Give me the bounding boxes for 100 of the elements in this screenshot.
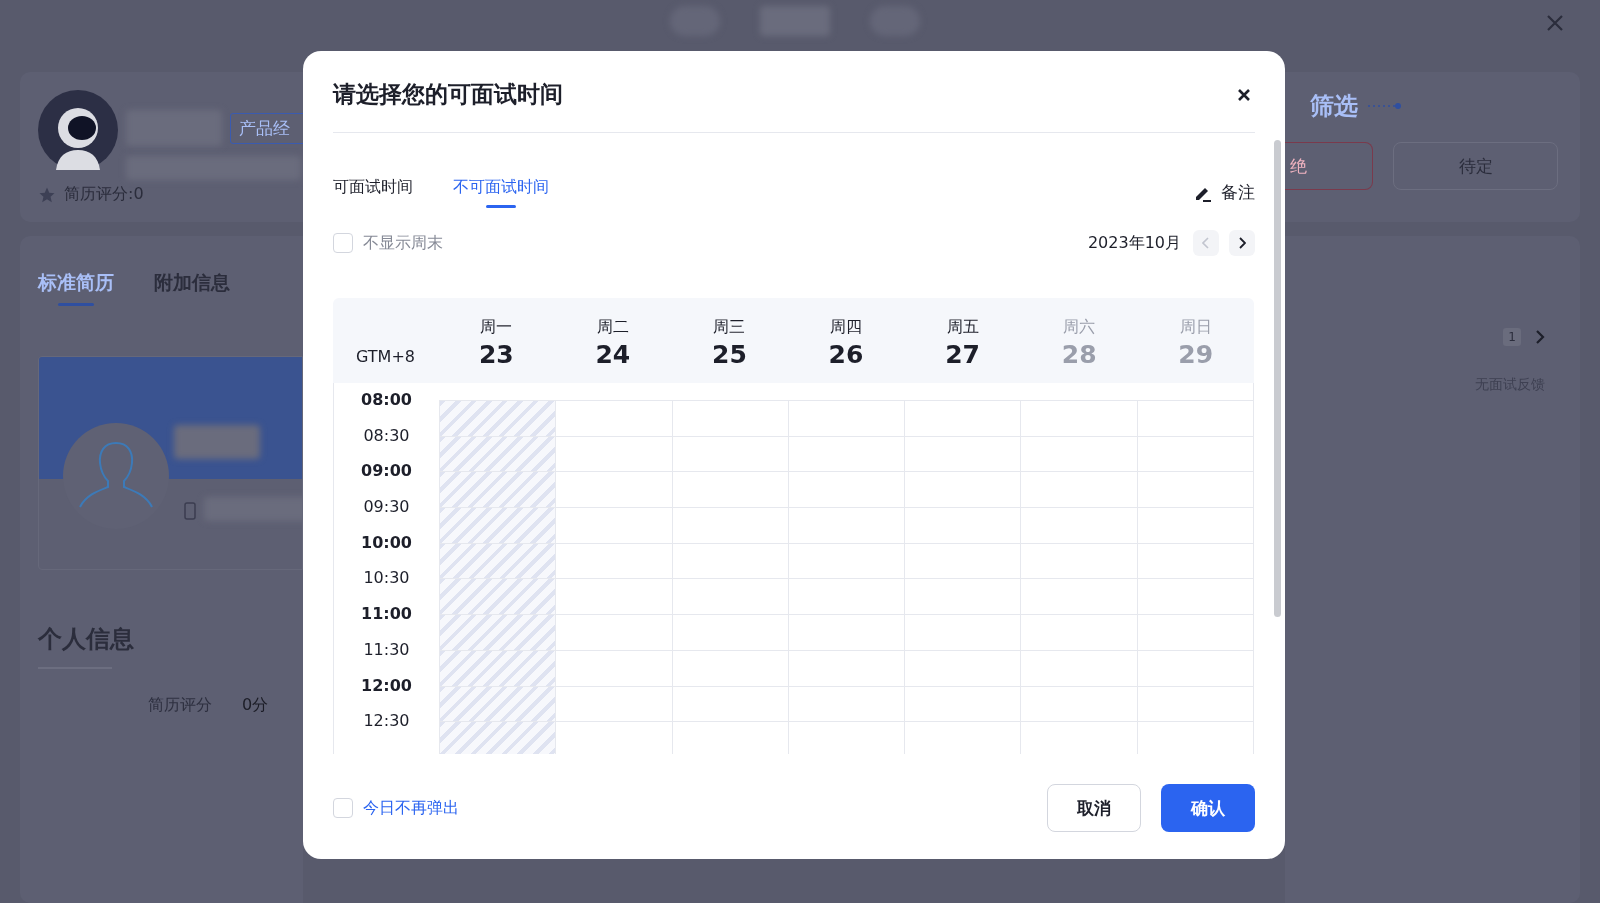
time-slot[interactable] <box>671 721 788 754</box>
time-slot[interactable] <box>1136 614 1253 650</box>
time-slot[interactable] <box>904 471 1021 508</box>
time-slot[interactable] <box>671 614 788 650</box>
time-slot[interactable] <box>1136 649 1253 686</box>
close-icon[interactable] <box>1545 13 1565 33</box>
tab[interactable]: 不可面试时间 <box>453 177 549 208</box>
time-slot[interactable] <box>555 435 672 472</box>
time-slot[interactable] <box>787 721 905 754</box>
phone-icon <box>184 502 196 520</box>
next-month-button[interactable] <box>1229 230 1255 256</box>
time-slot[interactable] <box>671 685 788 722</box>
time-slot[interactable] <box>671 435 788 472</box>
time-slot[interactable] <box>1020 685 1137 722</box>
weekday-label: 周三 <box>713 317 746 338</box>
chevron-left-icon <box>1202 237 1210 249</box>
time-slot[interactable] <box>555 471 672 508</box>
weekday-label: 周六 <box>1063 317 1096 338</box>
date-number: 23 <box>478 340 514 369</box>
time-slot[interactable] <box>671 507 788 543</box>
time-slot[interactable] <box>1136 507 1253 543</box>
checkbox[interactable] <box>333 233 353 253</box>
date-number: 25 <box>712 340 747 369</box>
unavailable-slot[interactable] <box>439 649 556 686</box>
time-slot[interactable] <box>904 507 1021 543</box>
time-slot[interactable] <box>904 614 1021 650</box>
unavailable-slot[interactable] <box>439 435 556 472</box>
time-slot[interactable] <box>787 435 905 472</box>
time-slot[interactable] <box>1136 542 1253 579</box>
time-slot[interactable] <box>1136 578 1253 615</box>
time-label: 11:30 <box>363 639 410 660</box>
unavailable-slot[interactable] <box>439 685 556 722</box>
time-slot[interactable] <box>555 649 672 686</box>
time-slot[interactable] <box>671 542 788 579</box>
weekday-label: 周四 <box>830 317 862 338</box>
time-slot[interactable] <box>1020 614 1137 650</box>
time-slot[interactable] <box>1136 721 1253 754</box>
section-title: 筛选 <box>1310 91 1358 122</box>
time-slot[interactable] <box>904 400 1021 436</box>
time-slot[interactable] <box>1020 400 1137 436</box>
time-slot[interactable] <box>904 649 1021 686</box>
unavailable-slot[interactable] <box>439 614 556 650</box>
time-slot[interactable] <box>671 471 788 508</box>
unavailable-slot[interactable] <box>439 400 556 436</box>
time-slot[interactable] <box>555 542 672 579</box>
time-slot[interactable] <box>787 400 905 436</box>
time-slot[interactable] <box>1136 685 1253 722</box>
time-slot[interactable] <box>555 578 672 615</box>
time-slot[interactable] <box>904 435 1021 472</box>
time-slot[interactable] <box>1020 721 1137 754</box>
time-slot[interactable] <box>904 542 1021 579</box>
time-label: 10:00 <box>361 532 412 553</box>
time-slot[interactable] <box>555 614 672 650</box>
time-label: 12:00 <box>361 675 412 696</box>
chevron-right-icon[interactable] <box>1535 329 1545 345</box>
unavailable-slot[interactable] <box>439 578 556 615</box>
time-slot[interactable] <box>787 685 905 722</box>
checkbox[interactable] <box>333 798 353 818</box>
time-slot[interactable] <box>1136 400 1253 436</box>
dotted-arrow-icon <box>1368 102 1402 110</box>
scrollbar[interactable] <box>1274 140 1281 617</box>
time-slot[interactable] <box>1136 471 1253 508</box>
time-slot[interactable] <box>787 471 905 508</box>
time-slot[interactable] <box>555 685 672 722</box>
time-slot[interactable] <box>787 507 905 543</box>
time-slot[interactable] <box>555 721 672 754</box>
confirm-button[interactable]: 确认 <box>1161 784 1255 832</box>
time-slot[interactable] <box>555 400 672 436</box>
time-label: 12:30 <box>363 711 410 732</box>
time-slot[interactable] <box>671 649 788 686</box>
time-slot[interactable] <box>1020 471 1137 508</box>
page-number[interactable]: 1 <box>1503 328 1521 346</box>
resume-tab[interactable]: 标准简历 <box>38 270 114 306</box>
time-slot[interactable] <box>1020 649 1137 686</box>
time-label: 09:30 <box>363 497 410 518</box>
time-slot[interactable] <box>904 578 1021 615</box>
time-slot[interactable] <box>1020 435 1137 472</box>
time-slot[interactable] <box>1020 507 1137 543</box>
weekday-label: 周日 <box>1179 317 1212 338</box>
checkbox-label: 今日不再弹出 <box>363 797 459 819</box>
note-button[interactable]: 备注 <box>1193 181 1255 204</box>
time-slot[interactable] <box>1136 435 1253 472</box>
time-slot[interactable] <box>787 614 905 650</box>
cancel-button[interactable]: 取消 <box>1047 784 1141 832</box>
unavailable-slot[interactable] <box>439 507 556 543</box>
time-slot[interactable] <box>1020 542 1137 579</box>
unavailable-slot[interactable] <box>439 542 556 579</box>
time-slot[interactable] <box>787 649 905 686</box>
time-slot[interactable] <box>671 578 788 615</box>
time-slot[interactable] <box>787 542 905 579</box>
time-slot[interactable] <box>1020 578 1137 615</box>
time-slot[interactable] <box>671 400 788 436</box>
time-slot[interactable] <box>904 685 1021 722</box>
time-slot[interactable] <box>787 578 905 615</box>
time-slot[interactable] <box>555 507 672 543</box>
tab[interactable]: 可面试时间 <box>333 177 413 208</box>
unavailable-slot[interactable] <box>439 721 556 754</box>
time-label: 11:00 <box>361 604 412 625</box>
unavailable-slot[interactable] <box>439 471 556 508</box>
time-slot[interactable] <box>904 721 1021 754</box>
